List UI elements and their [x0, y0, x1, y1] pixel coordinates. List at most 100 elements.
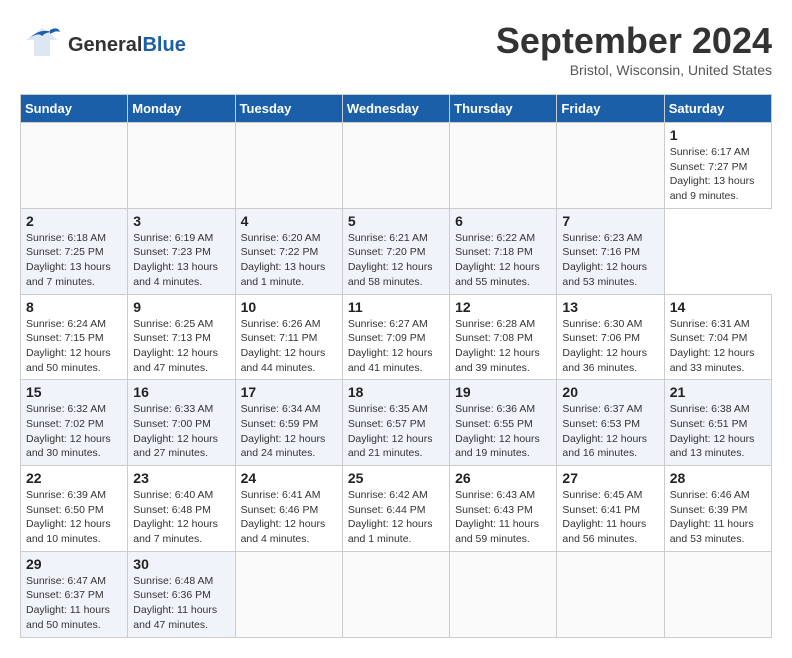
- day-cell: 30 Sunrise: 6:48 AMSunset: 6:36 PMDaylig…: [128, 551, 235, 637]
- day-info: Sunrise: 6:42 AMSunset: 6:44 PMDaylight:…: [348, 488, 444, 547]
- day-cell: 15 Sunrise: 6:32 AMSunset: 7:02 PMDaylig…: [21, 380, 128, 466]
- day-info: Sunrise: 6:34 AMSunset: 6:59 PMDaylight:…: [241, 402, 337, 461]
- day-number: 20: [562, 384, 658, 400]
- day-info: Sunrise: 6:47 AMSunset: 6:37 PMDaylight:…: [26, 574, 122, 633]
- empty-day-cell: [557, 123, 664, 209]
- day-info: Sunrise: 6:26 AMSunset: 7:11 PMDaylight:…: [241, 317, 337, 376]
- day-cell: 3 Sunrise: 6:19 AMSunset: 7:23 PMDayligh…: [128, 208, 235, 294]
- empty-day-cell: [128, 123, 235, 209]
- day-cell: 10 Sunrise: 6:26 AMSunset: 7:11 PMDaylig…: [235, 294, 342, 380]
- day-cell: 2 Sunrise: 6:18 AMSunset: 7:25 PMDayligh…: [21, 208, 128, 294]
- logo-text-block: GeneralBlue: [68, 34, 186, 56]
- day-cell: 5 Sunrise: 6:21 AMSunset: 7:20 PMDayligh…: [342, 208, 449, 294]
- day-cell: 9 Sunrise: 6:25 AMSunset: 7:13 PMDayligh…: [128, 294, 235, 380]
- day-info: Sunrise: 6:38 AMSunset: 6:51 PMDaylight:…: [670, 402, 766, 461]
- month-title: September 2024: [496, 20, 772, 62]
- day-info: Sunrise: 6:19 AMSunset: 7:23 PMDaylight:…: [133, 231, 229, 290]
- day-info: Sunrise: 6:28 AMSunset: 7:08 PMDaylight:…: [455, 317, 551, 376]
- column-header-friday: Friday: [557, 95, 664, 123]
- empty-day-cell: [21, 123, 128, 209]
- empty-day-cell: [664, 551, 771, 637]
- day-info: Sunrise: 6:39 AMSunset: 6:50 PMDaylight:…: [26, 488, 122, 547]
- day-info: Sunrise: 6:41 AMSunset: 6:46 PMDaylight:…: [241, 488, 337, 547]
- day-info: Sunrise: 6:30 AMSunset: 7:06 PMDaylight:…: [562, 317, 658, 376]
- empty-day-cell: [557, 551, 664, 637]
- day-number: 15: [26, 384, 122, 400]
- day-info: Sunrise: 6:17 AMSunset: 7:27 PMDaylight:…: [670, 145, 766, 204]
- day-cell: 11 Sunrise: 6:27 AMSunset: 7:09 PMDaylig…: [342, 294, 449, 380]
- day-info: Sunrise: 6:48 AMSunset: 6:36 PMDaylight:…: [133, 574, 229, 633]
- day-number: 9: [133, 299, 229, 315]
- day-info: Sunrise: 6:37 AMSunset: 6:53 PMDaylight:…: [562, 402, 658, 461]
- day-number: 12: [455, 299, 551, 315]
- day-info: Sunrise: 6:43 AMSunset: 6:43 PMDaylight:…: [455, 488, 551, 547]
- day-number: 30: [133, 556, 229, 572]
- day-cell: 29 Sunrise: 6:47 AMSunset: 6:37 PMDaylig…: [21, 551, 128, 637]
- day-cell: 14 Sunrise: 6:31 AMSunset: 7:04 PMDaylig…: [664, 294, 771, 380]
- day-number: 18: [348, 384, 444, 400]
- day-number: 13: [562, 299, 658, 315]
- empty-day-cell: [450, 123, 557, 209]
- day-cell: 20 Sunrise: 6:37 AMSunset: 6:53 PMDaylig…: [557, 380, 664, 466]
- day-number: 16: [133, 384, 229, 400]
- day-number: 27: [562, 470, 658, 486]
- day-cell: 8 Sunrise: 6:24 AMSunset: 7:15 PMDayligh…: [21, 294, 128, 380]
- day-cell: 27 Sunrise: 6:45 AMSunset: 6:41 PMDaylig…: [557, 466, 664, 552]
- day-cell: 19 Sunrise: 6:36 AMSunset: 6:55 PMDaylig…: [450, 380, 557, 466]
- day-cell: 18 Sunrise: 6:35 AMSunset: 6:57 PMDaylig…: [342, 380, 449, 466]
- logo-text: GeneralBlue: [68, 34, 186, 56]
- day-cell: 23 Sunrise: 6:40 AMSunset: 6:48 PMDaylig…: [128, 466, 235, 552]
- day-cell: 17 Sunrise: 6:34 AMSunset: 6:59 PMDaylig…: [235, 380, 342, 466]
- day-number: 25: [348, 470, 444, 486]
- day-number: 4: [241, 213, 337, 229]
- day-info: Sunrise: 6:27 AMSunset: 7:09 PMDaylight:…: [348, 317, 444, 376]
- day-number: 8: [26, 299, 122, 315]
- logo: GeneralBlue: [20, 20, 186, 69]
- empty-day-cell: [450, 551, 557, 637]
- day-cell: 21 Sunrise: 6:38 AMSunset: 6:51 PMDaylig…: [664, 380, 771, 466]
- day-number: 28: [670, 470, 766, 486]
- day-number: 10: [241, 299, 337, 315]
- day-number: 1: [670, 127, 766, 143]
- day-info: Sunrise: 6:21 AMSunset: 7:20 PMDaylight:…: [348, 231, 444, 290]
- day-cell: 13 Sunrise: 6:30 AMSunset: 7:06 PMDaylig…: [557, 294, 664, 380]
- day-cell: 22 Sunrise: 6:39 AMSunset: 6:50 PMDaylig…: [21, 466, 128, 552]
- column-header-wednesday: Wednesday: [342, 95, 449, 123]
- calendar-week-row: 1 Sunrise: 6:17 AMSunset: 7:27 PMDayligh…: [21, 123, 772, 209]
- day-number: 6: [455, 213, 551, 229]
- column-header-sunday: Sunday: [21, 95, 128, 123]
- day-cell: 26 Sunrise: 6:43 AMSunset: 6:43 PMDaylig…: [450, 466, 557, 552]
- day-cell: 4 Sunrise: 6:20 AMSunset: 7:22 PMDayligh…: [235, 208, 342, 294]
- empty-day-cell: [235, 551, 342, 637]
- day-cell: 7 Sunrise: 6:23 AMSunset: 7:16 PMDayligh…: [557, 208, 664, 294]
- day-info: Sunrise: 6:22 AMSunset: 7:18 PMDaylight:…: [455, 231, 551, 290]
- day-info: Sunrise: 6:25 AMSunset: 7:13 PMDaylight:…: [133, 317, 229, 376]
- day-number: 26: [455, 470, 551, 486]
- day-cell: 6 Sunrise: 6:22 AMSunset: 7:18 PMDayligh…: [450, 208, 557, 294]
- day-number: 11: [348, 299, 444, 315]
- column-header-saturday: Saturday: [664, 95, 771, 123]
- day-info: Sunrise: 6:31 AMSunset: 7:04 PMDaylight:…: [670, 317, 766, 376]
- day-number: 23: [133, 470, 229, 486]
- day-info: Sunrise: 6:20 AMSunset: 7:22 PMDaylight:…: [241, 231, 337, 290]
- column-header-monday: Monday: [128, 95, 235, 123]
- day-cell: 28 Sunrise: 6:46 AMSunset: 6:39 PMDaylig…: [664, 466, 771, 552]
- calendar-week-row: 2 Sunrise: 6:18 AMSunset: 7:25 PMDayligh…: [21, 208, 772, 294]
- page-header: GeneralBlue September 2024 Bristol, Wisc…: [20, 20, 772, 78]
- day-info: Sunrise: 6:35 AMSunset: 6:57 PMDaylight:…: [348, 402, 444, 461]
- calendar-week-row: 29 Sunrise: 6:47 AMSunset: 6:37 PMDaylig…: [21, 551, 772, 637]
- location: Bristol, Wisconsin, United States: [496, 62, 772, 78]
- day-info: Sunrise: 6:46 AMSunset: 6:39 PMDaylight:…: [670, 488, 766, 547]
- empty-day-cell: [342, 123, 449, 209]
- day-number: 17: [241, 384, 337, 400]
- day-number: 24: [241, 470, 337, 486]
- calendar-week-row: 15 Sunrise: 6:32 AMSunset: 7:02 PMDaylig…: [21, 380, 772, 466]
- day-number: 7: [562, 213, 658, 229]
- day-cell: 25 Sunrise: 6:42 AMSunset: 6:44 PMDaylig…: [342, 466, 449, 552]
- day-number: 2: [26, 213, 122, 229]
- calendar-week-row: 8 Sunrise: 6:24 AMSunset: 7:15 PMDayligh…: [21, 294, 772, 380]
- day-number: 5: [348, 213, 444, 229]
- column-header-thursday: Thursday: [450, 95, 557, 123]
- day-info: Sunrise: 6:18 AMSunset: 7:25 PMDaylight:…: [26, 231, 122, 290]
- logo-icon: [20, 20, 64, 69]
